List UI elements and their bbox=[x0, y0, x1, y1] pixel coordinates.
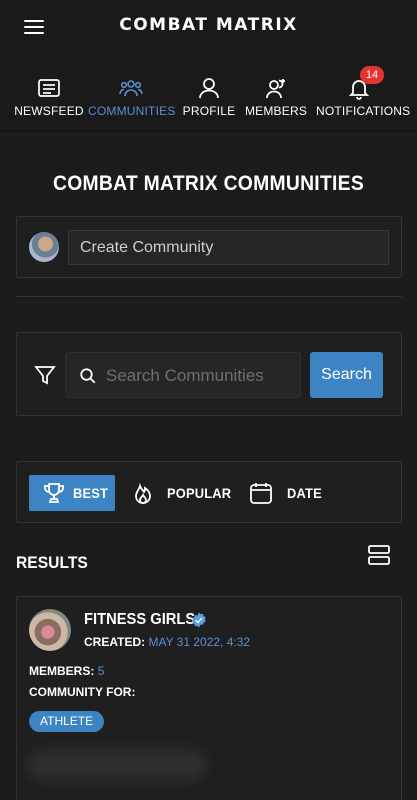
created-date: MAY 31 2022, 4:32 bbox=[148, 635, 251, 649]
members-icon bbox=[266, 79, 285, 99]
create-community-card: Create Community bbox=[16, 216, 402, 278]
members-count: 5 bbox=[97, 664, 105, 678]
communities-icon bbox=[119, 80, 143, 97]
main-nav: NEWSFEED COMMUNITIES PROFILE MEMBERS 14 … bbox=[0, 56, 417, 132]
members-info: MEMBERS: 5 bbox=[29, 664, 104, 678]
search-card: Search Communities Search bbox=[16, 332, 402, 416]
blurred-description bbox=[27, 749, 207, 781]
nav-newsfeed-label: NEWSFEED bbox=[14, 104, 84, 118]
newsfeed-icon bbox=[38, 79, 60, 97]
community-tag[interactable]: ATHLETE bbox=[29, 711, 105, 732]
search-input[interactable]: Search Communities bbox=[65, 352, 301, 398]
nav-communities-label: COMMUNITIES bbox=[88, 104, 176, 118]
create-community-input[interactable]: Create Community bbox=[68, 230, 389, 265]
top-bar: COMBAT MATRIX bbox=[0, 0, 417, 56]
sort-date-button[interactable]: DATE bbox=[249, 475, 329, 511]
results-heading: RESULTS bbox=[16, 553, 88, 572]
sort-popular-button[interactable]: POPULAR bbox=[129, 475, 232, 511]
notification-badge: 14 bbox=[360, 66, 384, 84]
nav-communities[interactable]: COMMUNITIES bbox=[88, 56, 176, 132]
flame-icon bbox=[135, 482, 151, 504]
nav-members-label: MEMBERS bbox=[244, 104, 308, 118]
community-card[interactable]: FITNESS GIRLS CREATED: MAY 31 2022, 4:32… bbox=[16, 596, 402, 800]
profile-icon bbox=[199, 78, 219, 99]
members-label: MEMBERS: bbox=[29, 664, 95, 678]
verified-icon bbox=[192, 612, 206, 628]
filter-icon[interactable] bbox=[33, 363, 57, 387]
nav-newsfeed[interactable]: NEWSFEED bbox=[14, 56, 84, 132]
community-name[interactable]: FITNESS GIRLS bbox=[84, 611, 195, 629]
search-icon bbox=[80, 368, 96, 384]
user-avatar bbox=[29, 232, 59, 262]
divider bbox=[16, 296, 402, 297]
created-label: CREATED: bbox=[84, 635, 146, 649]
search-button[interactable]: Search bbox=[310, 352, 383, 398]
community-for-label: COMMUNITY FOR: bbox=[29, 685, 136, 699]
created-info: CREATED: MAY 31 2022, 4:32 bbox=[84, 635, 250, 649]
nav-profile[interactable]: PROFILE bbox=[182, 56, 236, 132]
trophy-icon bbox=[44, 483, 64, 503]
community-avatar bbox=[29, 609, 71, 651]
sort-best-label: BEST bbox=[73, 485, 109, 501]
page-title: COMBAT MATRIX COMMUNITIES bbox=[53, 172, 364, 195]
nav-notifications-label: NOTIFICATIONS bbox=[316, 104, 411, 118]
nav-members[interactable]: MEMBERS bbox=[244, 56, 308, 132]
sort-best-button[interactable]: BEST bbox=[29, 475, 115, 511]
sort-date-label: DATE bbox=[287, 485, 322, 501]
app-title: COMBAT MATRIX bbox=[119, 15, 298, 35]
sort-popular-label: POPULAR bbox=[167, 485, 232, 501]
list-layout-icon[interactable] bbox=[367, 544, 391, 566]
calendar-icon bbox=[250, 483, 272, 504]
search-placeholder: Search Communities bbox=[106, 366, 264, 385]
nav-notifications[interactable]: 14 NOTIFICATIONS bbox=[316, 56, 411, 132]
sort-card: BEST POPULAR DATE bbox=[16, 461, 402, 523]
nav-profile-label: PROFILE bbox=[182, 104, 236, 118]
